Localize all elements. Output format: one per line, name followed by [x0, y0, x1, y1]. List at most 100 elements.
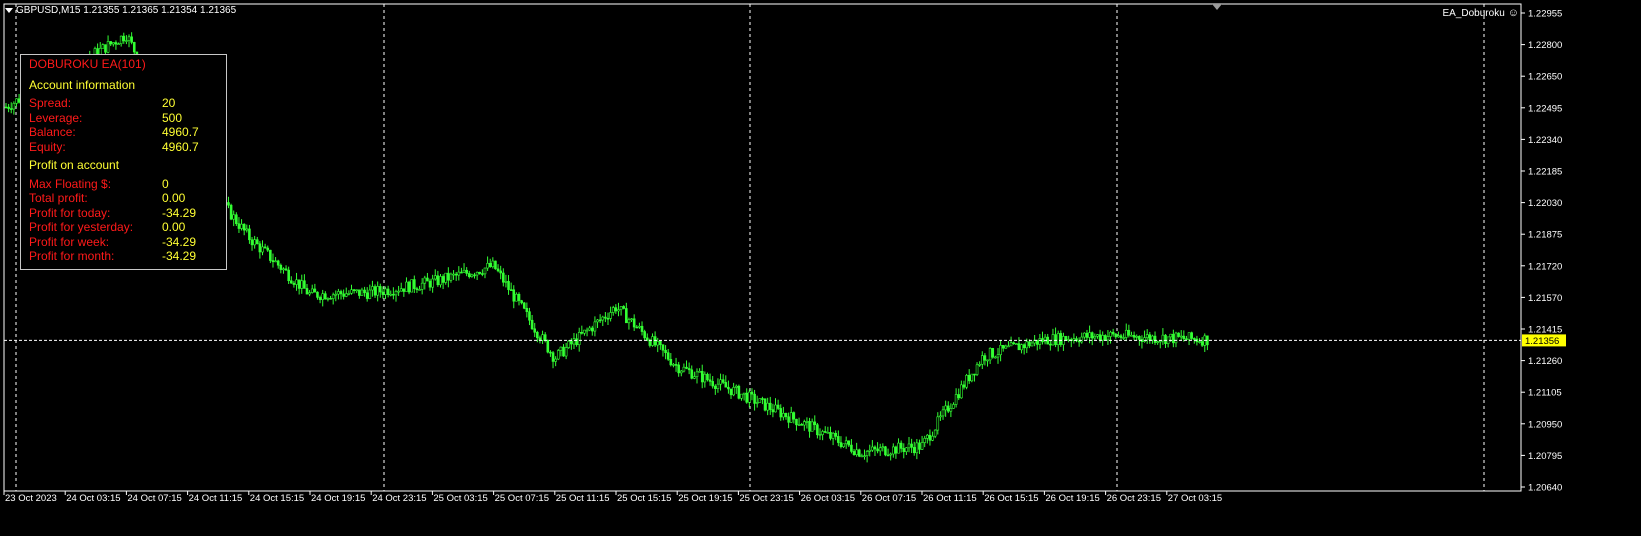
dropdown-triangle-icon[interactable]: [5, 7, 13, 13]
time-label: 26 Oct 11:15: [923, 493, 977, 504]
price-label: 1.22185: [1528, 167, 1562, 178]
candle: [1056, 330, 1060, 352]
candle: [585, 327, 589, 337]
expert-advisor-tag[interactable]: EA_Doburoku ☺: [1443, 7, 1520, 19]
time-label: 25 Oct 03:15: [433, 493, 487, 504]
candle: [420, 278, 424, 295]
candle: [907, 437, 911, 453]
candle: [250, 237, 254, 251]
candle: [1135, 334, 1139, 341]
candle: [541, 330, 544, 345]
candle: [941, 405, 945, 420]
candle: [444, 272, 448, 285]
candle: [755, 395, 759, 408]
current-price-text: 1.21356: [1525, 336, 1559, 347]
candle: [601, 315, 605, 327]
candle: [486, 256, 489, 271]
candle: [1007, 341, 1010, 348]
candle: [313, 283, 317, 293]
candle: [428, 278, 432, 291]
ea-name: EA_Doburoku: [1442, 8, 1505, 19]
candle: [724, 375, 728, 388]
candle: [112, 42, 115, 47]
candle: [337, 288, 340, 300]
candle: [1164, 334, 1167, 349]
candle: [580, 325, 584, 335]
candle: [4, 102, 8, 109]
candle: [368, 284, 372, 300]
profit-row: Total profit: 0.00: [29, 191, 226, 206]
account-row: Balance: 4960.7: [29, 125, 226, 140]
candle: [467, 270, 471, 279]
candle: [625, 302, 628, 324]
candle: [452, 270, 455, 280]
profit-value: 0: [162, 176, 169, 191]
price-chart[interactable]: 1.22955 1.22800 1.22650 1.22495 1.22340 1.221…: [0, 0, 1641, 536]
candle: [9, 102, 13, 114]
candle: [609, 306, 612, 322]
candle: [300, 274, 304, 294]
candle: [352, 288, 356, 294]
candle: [392, 287, 395, 300]
candle: [255, 236, 259, 245]
profit-value: -34.29: [162, 234, 197, 249]
candle: [617, 302, 620, 317]
candle: [1069, 337, 1073, 348]
candle: [494, 260, 497, 270]
candle: [509, 282, 513, 291]
candle: [533, 322, 537, 338]
candle: [844, 436, 848, 449]
smiley-icon[interactable]: ☺: [1508, 7, 1519, 19]
candle: [1093, 333, 1097, 341]
candle: [266, 245, 270, 252]
candle: [761, 396, 764, 405]
candle: [1203, 333, 1207, 352]
candle: [457, 266, 461, 281]
candle: [572, 333, 576, 350]
candle: [284, 265, 288, 271]
candle: [308, 289, 311, 297]
price-label: 1.21105: [1528, 388, 1562, 399]
candle: [289, 276, 293, 284]
candle: [7, 103, 10, 113]
chart-window[interactable]: 1.22955 1.22800 1.22650 1.22495 1.22340 1.221…: [0, 0, 1641, 536]
candle: [659, 340, 662, 350]
candle: [1096, 334, 1099, 339]
candle: [920, 435, 924, 451]
profit-value: -34.29: [162, 249, 197, 263]
candle: [1114, 333, 1118, 339]
time-label: 24 Oct 11:15: [189, 493, 243, 504]
candle: [1075, 336, 1078, 343]
candle: [12, 101, 16, 115]
candle: [719, 373, 722, 391]
candle: [954, 388, 958, 408]
candle: [122, 32, 126, 44]
candle: [502, 268, 505, 287]
candle: [1177, 332, 1180, 338]
candle: [1051, 328, 1055, 346]
time-label: 25 Oct 23:15: [739, 493, 793, 504]
candle: [834, 430, 838, 441]
candle: [1083, 332, 1086, 340]
candle: [1043, 334, 1047, 345]
candle: [1059, 330, 1063, 347]
candle: [119, 35, 123, 47]
candle: [1190, 331, 1193, 340]
candle: [771, 403, 775, 418]
candle: [1080, 332, 1084, 344]
time-label: 26 Oct 15:15: [984, 493, 1038, 504]
candle: [672, 362, 675, 368]
candle: [638, 322, 641, 329]
candle: [1062, 332, 1065, 351]
candle: [1054, 327, 1057, 348]
time-label: 24 Oct 07:15: [127, 493, 181, 504]
candle: [745, 388, 749, 404]
candle: [564, 342, 568, 360]
candle: [1104, 334, 1107, 341]
candle: [960, 380, 963, 399]
profit-label: Profit for today:: [29, 205, 111, 220]
candle: [933, 429, 937, 439]
price-label: 1.21415: [1528, 325, 1562, 336]
profit-label: Max Floating $:: [29, 176, 112, 191]
candle: [593, 316, 597, 337]
